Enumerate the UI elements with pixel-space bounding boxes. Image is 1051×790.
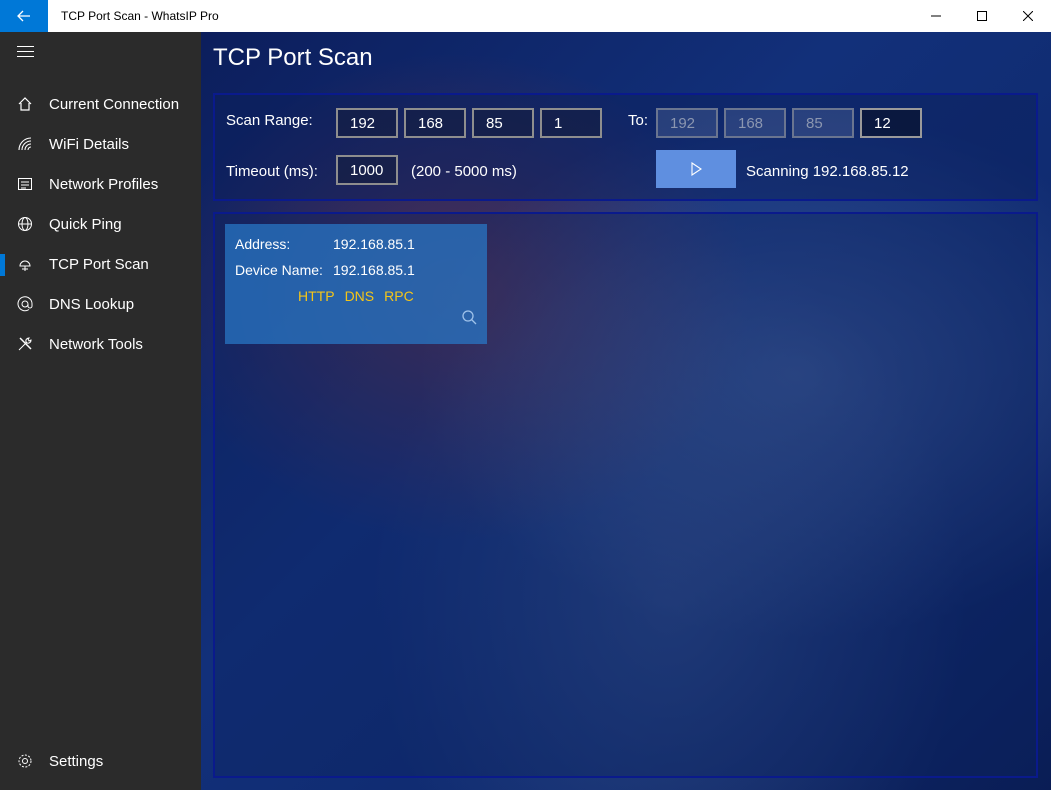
minimize-button[interactable]: [913, 0, 959, 32]
sidebar-item-label: Quick Ping: [49, 215, 122, 233]
device-card[interactable]: Address: 192.168.85.1 Device Name: 192.1…: [225, 224, 487, 344]
timeout-label: Timeout (ms):: [226, 163, 318, 180]
home-icon: [17, 96, 33, 112]
from-octet-2-input[interactable]: 168: [404, 108, 466, 138]
to-octet-1-input: 192: [656, 108, 718, 138]
sidebar-item-settings[interactable]: Settings: [0, 741, 201, 781]
sidebar-item-tcp-port-scan[interactable]: TCP Port Scan: [0, 244, 201, 284]
sidebar-item-network-tools[interactable]: Network Tools: [0, 324, 201, 364]
to-octet-4-input[interactable]: 12: [860, 108, 922, 138]
sidebar-item-dns-lookup[interactable]: DNS Lookup: [0, 284, 201, 324]
title-bar: TCP Port Scan - WhatsIP Pro: [0, 0, 1051, 32]
port-rpc[interactable]: RPC: [384, 288, 414, 304]
profiles-icon: [17, 176, 33, 192]
gear-icon: [17, 753, 33, 769]
port-scan-icon: [17, 256, 33, 272]
play-icon: [691, 162, 702, 176]
close-icon: [1023, 11, 1033, 21]
sidebar-item-quick-ping[interactable]: Quick Ping: [0, 204, 201, 244]
sidebar-item-label: Network Tools: [49, 335, 143, 353]
maximize-icon: [977, 11, 987, 21]
selection-indicator: [0, 254, 5, 276]
sidebar-item-wifi-details[interactable]: WiFi Details: [0, 124, 201, 164]
port-dns[interactable]: DNS: [345, 288, 375, 304]
device-name-label: Device Name:: [235, 262, 323, 278]
sidebar-item-label: Settings: [49, 752, 104, 770]
tools-icon: [17, 336, 33, 352]
from-octet-1-input[interactable]: 192: [336, 108, 398, 138]
port-list: HTTP DNS RPC: [298, 288, 414, 304]
address-label: Address:: [235, 236, 291, 252]
to-octet-3-input: 85: [792, 108, 854, 138]
results-panel: Address: 192.168.85.1 Device Name: 192.1…: [213, 212, 1038, 778]
wifi-icon: [17, 136, 33, 152]
timeout-input[interactable]: 1000: [336, 155, 398, 185]
from-octet-3-input[interactable]: 85: [472, 108, 534, 138]
maximize-button[interactable]: [959, 0, 1005, 32]
window-title: TCP Port Scan - WhatsIP Pro: [61, 9, 219, 23]
from-octet-4-input[interactable]: 1: [540, 108, 602, 138]
page-title: TCP Port Scan: [213, 44, 373, 71]
hamburger-menu-icon[interactable]: [17, 46, 34, 60]
device-name-value: 192.168.85.1: [333, 262, 415, 278]
scan-range-label: Scan Range:: [226, 112, 313, 129]
to-label: To:: [628, 112, 649, 129]
search-icon[interactable]: [461, 309, 477, 330]
main-content: TCP Port Scan Scan Range: 192 168 85 1 T…: [201, 32, 1051, 790]
sidebar-item-label: DNS Lookup: [49, 295, 135, 313]
address-value: 192.168.85.1: [333, 236, 415, 252]
sidebar-item-label: Network Profiles: [49, 175, 159, 193]
timeout-hint: (200 - 5000 ms): [411, 163, 517, 180]
back-arrow-icon: [17, 10, 30, 22]
back-button[interactable]: [0, 0, 48, 32]
scan-status: Scanning 192.168.85.12: [746, 163, 909, 180]
globe-icon: [17, 216, 33, 232]
start-scan-button[interactable]: [656, 150, 736, 188]
sidebar-item-label: TCP Port Scan: [49, 255, 149, 273]
sidebar-item-current-connection[interactable]: Current Connection: [0, 84, 201, 124]
sidebar-item-label: WiFi Details: [49, 135, 130, 153]
to-octet-2-input: 168: [724, 108, 786, 138]
sidebar-item-label: Current Connection: [49, 95, 180, 113]
port-http[interactable]: HTTP: [298, 288, 335, 304]
scan-settings-panel: Scan Range: 192 168 85 1 To: 192 168 85 …: [213, 93, 1038, 201]
sidebar-item-network-profiles[interactable]: Network Profiles: [0, 164, 201, 204]
minimize-icon: [931, 15, 941, 17]
sidebar: Current Connection WiFi Details Network …: [0, 32, 201, 790]
at-icon: [17, 296, 33, 312]
close-button[interactable]: [1005, 0, 1051, 32]
